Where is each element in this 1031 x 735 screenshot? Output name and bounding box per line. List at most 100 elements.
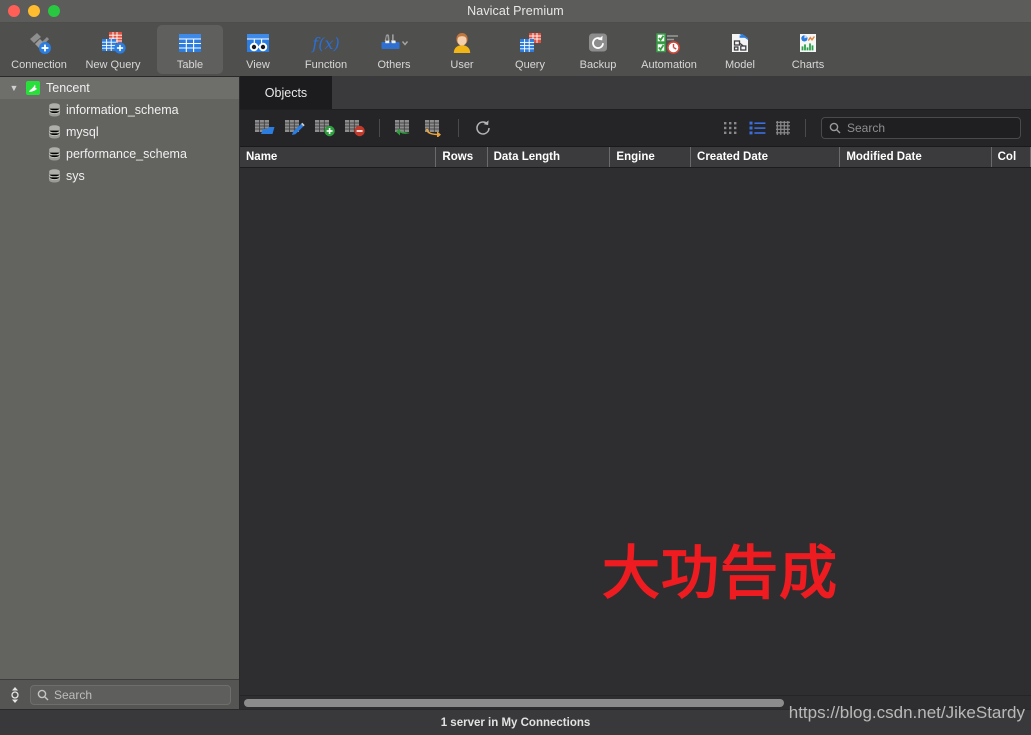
tree-item-tencent[interactable]: ▼ Tencent (0, 77, 239, 99)
zoom-button[interactable] (48, 5, 60, 17)
toolbar-label-query: Query (515, 59, 545, 71)
database-icon (44, 125, 64, 139)
export-wizard-icon (425, 120, 441, 137)
toolbar-label-others: Others (377, 59, 411, 71)
toolbar-button-table[interactable]: Table (157, 25, 223, 74)
column-header-rows[interactable]: Rows (436, 147, 488, 167)
delete-table-button[interactable] (340, 115, 370, 141)
column-header-collation[interactable]: Col (992, 147, 1031, 167)
toolbar-button-automation[interactable]: Automation (633, 25, 705, 74)
column-header-modified-date[interactable]: Modified Date (840, 147, 992, 167)
toolbar-divider (458, 119, 459, 137)
toolbar-button-new-query[interactable]: New Query (77, 25, 149, 74)
refresh-button[interactable] (468, 115, 498, 141)
close-button[interactable] (8, 5, 20, 17)
toolbar-button-model[interactable]: Model (707, 25, 773, 74)
toolbar-button-view[interactable]: View (225, 25, 291, 74)
toolbar-label-table: Table (176, 59, 204, 71)
sidebar-search-input[interactable]: Search (30, 684, 231, 705)
tree-item-label: Tencent (46, 81, 90, 95)
import-wizard-button[interactable] (389, 115, 419, 141)
connection-tree[interactable]: ▼ Tencent information_schema mysql perfo… (0, 77, 239, 679)
toolbar-gap (150, 23, 156, 76)
import-wizard-icon (395, 120, 410, 136)
charts-icon (791, 29, 825, 57)
tree-item-label: information_schema (66, 103, 179, 117)
new-table-button[interactable] (310, 115, 340, 141)
open-table-icon (255, 120, 275, 134)
design-table-button[interactable] (280, 115, 310, 141)
sidebar-footer: Search (0, 679, 239, 709)
toolbar-button-user[interactable]: User (429, 25, 495, 74)
scrollbar-thumb[interactable] (244, 698, 785, 707)
content-pane: Objects Search Name Rows Data Length Eng… (240, 76, 1031, 709)
backup-icon (581, 29, 615, 57)
toolbar-button-connection[interactable]: Connection (3, 25, 75, 74)
new-query-icon (96, 29, 130, 57)
status-text: 1 server in My Connections (440, 716, 591, 729)
toolbar-label-model: Model (725, 59, 755, 71)
overlay-annotation: 大功告成 (602, 539, 839, 607)
body-split: ▼ Tencent information_schema mysql perfo… (0, 76, 1031, 709)
column-header-data-length[interactable]: Data Length (488, 147, 611, 167)
toolbar-divider (805, 119, 806, 137)
tab-objects[interactable]: Objects (240, 76, 332, 109)
window-controls[interactable] (8, 5, 60, 17)
watermark-text: https://blog.csdn.net/JikeStardy (788, 703, 1025, 722)
search-icon (37, 689, 49, 700)
column-header-label: Modified Date (846, 151, 922, 163)
sort-toggle-icon[interactable] (8, 686, 22, 704)
sidebar-search-placeholder: Search (54, 687, 93, 702)
toolbar-label-charts: Charts (791, 59, 825, 71)
tab-bar-filler (332, 76, 1031, 109)
database-icon (44, 147, 64, 161)
toolbar-button-backup[interactable]: Backup (565, 25, 631, 74)
column-header-created-date[interactable]: Created Date (691, 147, 841, 167)
user-icon (445, 29, 479, 57)
tab-label: Objects (264, 85, 308, 100)
tree-item-label: sys (66, 169, 85, 183)
view-icon (241, 29, 275, 57)
column-header-row: Name Rows Data Length Engine Created Dat… (240, 147, 1031, 168)
toolbar-label-new-query: New Query (85, 59, 141, 71)
toolbar-button-charts[interactable]: Charts (775, 25, 841, 74)
icon-view-button[interactable] (718, 117, 744, 139)
object-toolbar: Search (240, 110, 1031, 147)
window-title: Navicat Premium (467, 4, 564, 18)
tree-item-mysql[interactable]: mysql (0, 121, 239, 143)
toolbar-label-backup: Backup (579, 59, 617, 71)
tree-item-label: performance_schema (66, 147, 187, 161)
objects-search-input[interactable]: Search (821, 117, 1021, 139)
toolbar-button-query[interactable]: Query (497, 25, 563, 74)
tab-bar: Objects (240, 76, 1031, 110)
open-table-button[interactable] (250, 115, 280, 141)
toolbar-button-others[interactable]: Others (361, 25, 427, 74)
connection-icon (22, 29, 56, 57)
column-header-label: Name (246, 151, 278, 163)
tree-item-performance-schema[interactable]: performance_schema (0, 143, 239, 165)
column-header-label: Data Length (493, 151, 561, 163)
column-header-label: Engine (616, 151, 655, 163)
toolbar-label-function: Function (304, 59, 348, 71)
query-icon (513, 29, 547, 57)
column-header-name[interactable]: Name (240, 147, 437, 167)
column-header-engine[interactable]: Engine (610, 147, 692, 167)
toolbar-label-automation: Automation (641, 59, 697, 71)
detail-view-button[interactable] (770, 117, 796, 139)
tree-item-information-schema[interactable]: information_schema (0, 99, 239, 121)
table-icon (173, 29, 207, 57)
minimize-button[interactable] (28, 5, 40, 17)
toolbar-button-function[interactable]: f(x) Function (293, 25, 359, 74)
detail-grid-icon (776, 121, 790, 135)
navicat-window: Navicat Premium Connection New Query Tab… (0, 0, 1031, 735)
column-header-label: Created Date (697, 151, 768, 163)
tree-item-sys[interactable]: sys (0, 165, 239, 187)
export-wizard-button[interactable] (419, 115, 449, 141)
tree-item-label: mysql (66, 125, 99, 139)
chevron-down-icon[interactable]: ▼ (6, 83, 22, 93)
database-icon (44, 103, 64, 117)
objects-search-placeholder: Search (847, 121, 886, 135)
objects-grid[interactable]: 大功告成 (240, 168, 1031, 695)
main-toolbar: Connection New Query Table View f(x) Fun… (0, 23, 1031, 77)
list-view-button[interactable] (744, 117, 770, 139)
